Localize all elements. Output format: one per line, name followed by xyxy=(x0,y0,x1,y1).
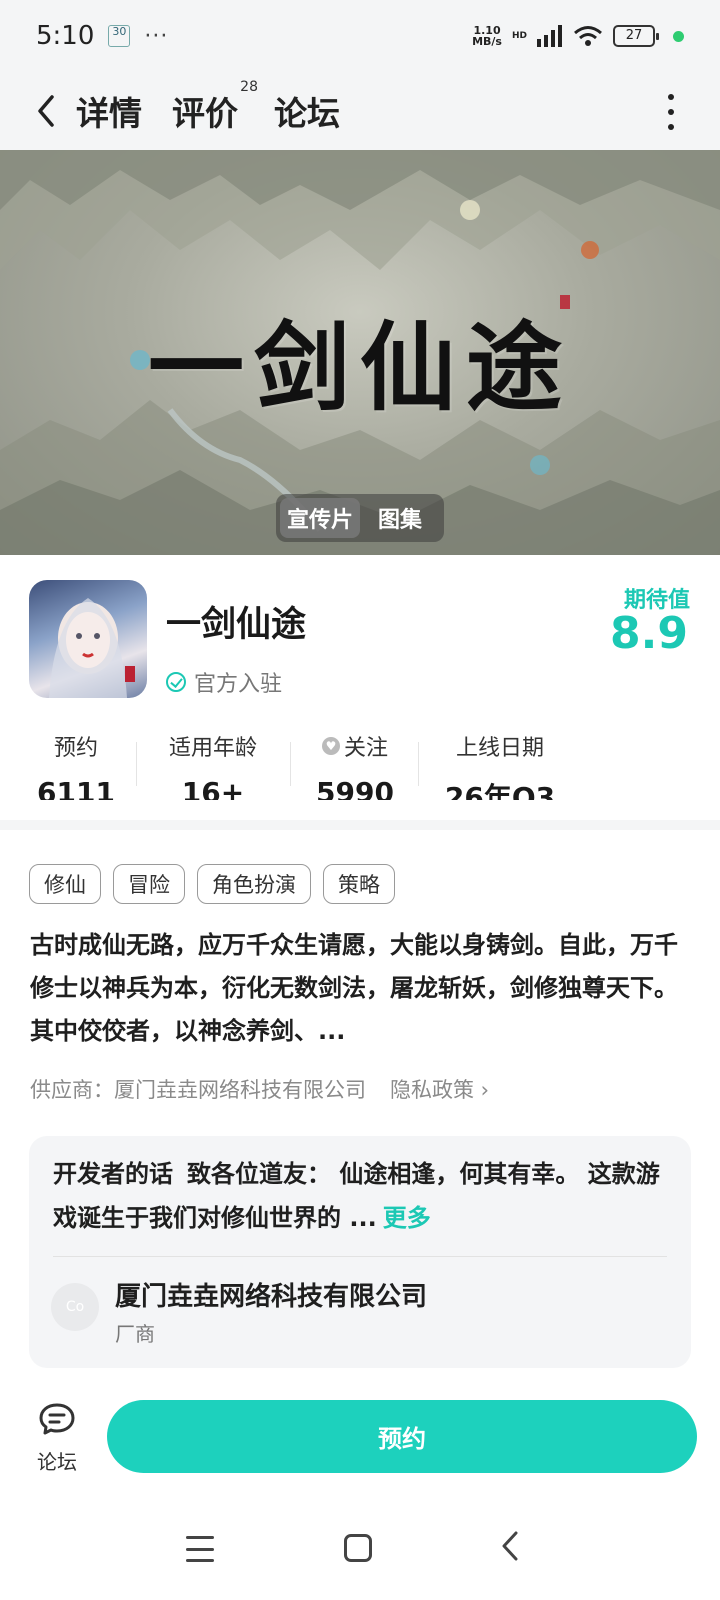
more-dot xyxy=(668,109,674,115)
menu-line xyxy=(186,1547,214,1551)
heart-icon: ♥ xyxy=(321,737,340,755)
stat-divider xyxy=(418,742,419,786)
stat-value: 26年Q3 xyxy=(444,781,556,800)
supplier-label: 供应商：厦门垚垚网络科技有限公司 xyxy=(30,1078,366,1102)
stats-row: 预约 6111 适用年龄 16+ ♥ 关注 5990 上线日期 26年Q3 xyxy=(0,730,720,800)
chat-bubble-icon xyxy=(39,1403,75,1435)
tag-list: 修仙 冒险 角色扮演 策略 xyxy=(29,864,395,904)
network-speed-unit: MB/s xyxy=(472,35,502,48)
hd-label: HD xyxy=(511,31,527,41)
stat-label-row: ♥ 关注 xyxy=(300,730,410,762)
verified-check-icon xyxy=(166,672,186,692)
signal-icon xyxy=(537,25,562,47)
official-badge: 官方入驻 xyxy=(166,666,282,698)
gallery-tab[interactable]: 图集 xyxy=(360,498,440,538)
official-label: 官方入驻 xyxy=(194,672,283,697)
back-button[interactable] xyxy=(28,91,64,131)
tab-details-label: 详情 xyxy=(76,94,142,133)
stat-followers: ♥ 关注 5990 xyxy=(300,730,410,800)
company-role: 厂商 xyxy=(115,1322,155,1346)
reserve-button[interactable]: 预约 xyxy=(107,1400,697,1473)
stat-label: 关注 xyxy=(343,736,388,761)
stat-value: 5990 xyxy=(316,776,394,800)
company-avatar[interactable]: Co xyxy=(51,1283,99,1331)
more-dot xyxy=(668,94,674,100)
privacy-policy-link[interactable]: 隐私政策 › xyxy=(390,1074,489,1104)
tab-forum[interactable]: 论坛 xyxy=(274,87,340,135)
stat-label: 预约 xyxy=(53,736,98,761)
tab-reviews[interactable]: 评价 28 xyxy=(172,79,258,135)
stat-reservations: 预约 6111 xyxy=(34,730,118,800)
media-toggle: 宣传片 图集 xyxy=(276,494,444,542)
banner-title-art: 一剑仙途 xyxy=(148,311,572,424)
network-speed: 1.10 MB/s xyxy=(472,25,502,47)
chevron-left-icon xyxy=(38,95,54,127)
notification-badge-icon: 30 xyxy=(108,25,131,47)
supplier-row: 供应商：厦门垚垚网络科技有限公司 隐私政策 › xyxy=(30,1074,489,1104)
developer-words[interactable]: 开发者的话 致各位道友： 仙途相逢，何其有幸。 这款游戏诞生于我们对修仙世界的 .… xyxy=(53,1152,667,1240)
character-portrait-icon xyxy=(49,598,135,698)
forum-label: 论坛 xyxy=(37,1450,77,1474)
stat-label: 上线日期 xyxy=(455,736,544,761)
tab-details[interactable]: 详情 xyxy=(74,87,144,135)
menu-line xyxy=(186,1536,214,1539)
recent-apps-icon[interactable] xyxy=(186,1536,214,1562)
system-nav-bar xyxy=(0,1524,720,1600)
game-description[interactable]: 古时成仙无路，应万千众生请愿，大能以身铸剑。自此，万千修士以神兵为本，衍化无数剑… xyxy=(30,924,696,1054)
review-count: 28 xyxy=(240,79,258,95)
developer-words-title: 开发者的话 xyxy=(53,1160,173,1188)
game-name: 一剑仙途 xyxy=(166,605,307,645)
wifi-icon xyxy=(574,26,602,46)
developer-card: 开发者的话 致各位道友： 仙途相逢，何其有幸。 这款游戏诞生于我们对修仙世界的 .… xyxy=(29,1136,691,1368)
stat-age: 适用年龄 16+ xyxy=(158,730,268,800)
more-notifications-icon: ··· xyxy=(144,23,169,49)
tab-reviews-label: 评价 xyxy=(172,94,238,133)
menu-line xyxy=(186,1559,214,1562)
status-bar: 5:10 30 ··· 1.10 MB/s HD 27 xyxy=(0,0,720,72)
stat-divider xyxy=(136,742,137,786)
top-nav: 详情 评价 28 论坛 xyxy=(0,72,720,150)
forum-button[interactable]: 论坛 xyxy=(26,1402,88,1475)
stat-divider xyxy=(290,742,291,786)
video-tab[interactable]: 宣传片 xyxy=(280,498,360,538)
battery-icon: 27 xyxy=(613,25,659,47)
more-link[interactable]: 更多 xyxy=(383,1204,431,1232)
chevron-left-icon xyxy=(502,1531,518,1561)
score-value: 8.9 xyxy=(610,608,688,659)
stat-launch-date: 上线日期 26年Q3 xyxy=(436,730,564,800)
more-dot xyxy=(668,124,674,130)
card-divider xyxy=(53,1256,667,1257)
tab-forum-label: 论坛 xyxy=(274,94,340,133)
tag-chip[interactable]: 冒险 xyxy=(113,864,185,904)
game-app-icon xyxy=(29,580,147,698)
stat-label: 适用年龄 xyxy=(168,736,257,761)
stat-value: 16+ xyxy=(181,776,245,800)
tag-chip[interactable]: 修仙 xyxy=(29,864,101,904)
status-time: 5:10 xyxy=(36,21,95,51)
tag-chip[interactable]: 策略 xyxy=(323,864,395,904)
home-icon[interactable] xyxy=(344,1534,372,1562)
stat-value: 6111 xyxy=(37,776,115,800)
active-dot-icon xyxy=(673,30,684,42)
section-divider xyxy=(0,820,720,830)
company-name[interactable]: 厦门垚垚网络科技有限公司 xyxy=(115,1276,427,1313)
system-back-icon[interactable] xyxy=(500,1530,520,1570)
more-options-button[interactable] xyxy=(666,94,676,130)
tag-chip[interactable]: 角色扮演 xyxy=(197,864,311,904)
